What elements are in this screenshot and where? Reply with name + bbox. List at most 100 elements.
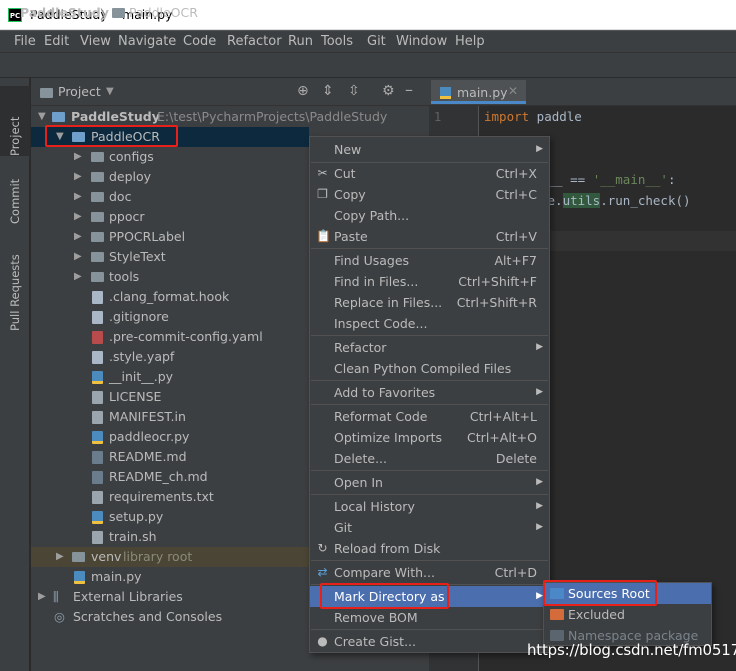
tree-scratches[interactable]: ◎ Scratches and Consoles: [31, 607, 309, 627]
tree-external-libraries[interactable]: ▶ ⫼ External Libraries: [31, 587, 309, 607]
menu-item-clean-compiled[interactable]: Clean Python Compiled Files: [310, 358, 549, 379]
menu-navigate[interactable]: Navigate: [118, 34, 176, 49]
tree-file[interactable]: .style.yapf: [31, 347, 309, 367]
tree-root[interactable]: ▼ PaddleStudy E:\test\PycharmProjects\Pa…: [31, 107, 429, 127]
context-menu: New ▶ ✂ Cut Ctrl+X ❐ Copy Ctrl+C Copy Path...…: [309, 136, 550, 653]
tool-tab-commit[interactable]: Commit: [8, 164, 22, 224]
menu-item-shortcut: Ctrl+C: [495, 187, 537, 202]
menu-item-replace-in-files[interactable]: Replace in Files... Ctrl+Shift+R: [310, 292, 549, 313]
collapse-all-icon[interactable]: ⇳: [348, 83, 360, 99]
tree-file[interactable]: README.md: [31, 447, 309, 467]
menu-file[interactable]: File: [14, 34, 36, 49]
tree-file[interactable]: __init__.py: [31, 367, 309, 387]
menu-edit[interactable]: Edit: [44, 34, 69, 49]
tree-file[interactable]: LICENSE: [31, 387, 309, 407]
tree-folder[interactable]: ▶ StyleText: [31, 247, 309, 267]
menu-item-copy-path[interactable]: Copy Path...: [310, 205, 549, 226]
tree-folder[interactable]: ▶ ppocr: [31, 207, 309, 227]
menu-item-open-in[interactable]: Open In ▶: [310, 472, 549, 493]
tool-tab-pull-requests[interactable]: Pull Requests: [8, 241, 22, 331]
menu-item-local-history[interactable]: Local History ▶: [310, 496, 549, 517]
menu-item-delete[interactable]: Delete... Delete: [310, 448, 549, 469]
chevron-down-icon: ▼: [56, 131, 64, 142]
tree-label: LICENSE: [109, 389, 162, 404]
menu-item-find-usages[interactable]: Find Usages Alt+F7: [310, 250, 549, 271]
menu-item-create-gist[interactable]: ● Create Gist...: [310, 631, 549, 652]
copy-icon: ❐: [317, 187, 328, 201]
menu-item-label: Mark Directory as: [334, 589, 445, 604]
project-view-selector[interactable]: Project: [58, 84, 101, 99]
menu-run[interactable]: Run: [288, 34, 313, 49]
menu-code[interactable]: Code: [183, 34, 216, 49]
menu-item-paste[interactable]: 📋 Paste Ctrl+V: [310, 226, 549, 247]
menu-item-compare-with[interactable]: ⇄ Compare With... Ctrl+D: [310, 562, 549, 583]
breadcrumb-folder[interactable]: PaddleOCR: [129, 5, 198, 20]
menu-item-optimize-imports[interactable]: Optimize Imports Ctrl+Alt+O: [310, 427, 549, 448]
chevron-down-icon[interactable]: ▼: [106, 86, 114, 97]
expand-all-icon[interactable]: ⇕: [322, 83, 334, 99]
tree-folder-venv[interactable]: ▶ venv library root: [31, 547, 309, 567]
locate-icon[interactable]: ⊕: [297, 83, 309, 99]
menu-item-shortcut: Alt+F7: [494, 253, 537, 268]
menu-item-copy[interactable]: ❐ Copy Ctrl+C: [310, 184, 549, 205]
chevron-right-icon: ▶: [74, 231, 82, 242]
tree-file[interactable]: README_ch.md: [31, 467, 309, 487]
menu-item-reformat-code[interactable]: Reformat Code Ctrl+Alt+L: [310, 406, 549, 427]
menu-view[interactable]: View: [80, 34, 111, 49]
tree-label: PPOCRLabel: [109, 229, 186, 244]
tree-file[interactable]: requirements.txt: [31, 487, 309, 507]
submenu-arrow-icon: ▶: [536, 144, 543, 154]
menu-help[interactable]: Help: [455, 34, 485, 49]
submenu-item-sources-root[interactable]: Sources Root: [544, 583, 711, 604]
menu-git[interactable]: Git: [367, 34, 386, 49]
menu-item-reload-from-disk[interactable]: ↻ Reload from Disk: [310, 538, 549, 559]
tree-file[interactable]: paddleocr.py: [31, 427, 309, 447]
menu-window[interactable]: Window: [396, 34, 447, 49]
menu-tools[interactable]: Tools: [321, 34, 353, 49]
tool-tab-project[interactable]: Project: [0, 86, 30, 156]
tree-file[interactable]: train.sh: [31, 527, 309, 547]
folder-icon: [91, 272, 104, 282]
folder-icon: [40, 88, 53, 98]
folder-icon: [91, 192, 104, 202]
menu-item-refactor[interactable]: Refactor ▶: [310, 337, 549, 358]
tree-file[interactable]: .clang_format.hook: [31, 287, 309, 307]
menu-item-git[interactable]: Git ▶: [310, 517, 549, 538]
close-icon[interactable]: ✕: [508, 84, 518, 98]
tree-folder[interactable]: ▶ tools: [31, 267, 309, 287]
tree-file[interactable]: setup.py: [31, 507, 309, 527]
menu-item-remove-bom[interactable]: Remove BOM: [310, 607, 549, 628]
menu-item-label: Replace in Files...: [334, 295, 443, 310]
tree-folder-selected[interactable]: ▼ PaddleOCR: [31, 127, 309, 147]
tree-folder[interactable]: ▶ PPOCRLabel: [31, 227, 309, 247]
menu-item-cut[interactable]: ✂ Cut Ctrl+X: [310, 163, 549, 184]
tree-label: MANIFEST.in: [109, 409, 186, 424]
submenu-item-excluded[interactable]: Excluded: [544, 604, 711, 625]
project-root-path: E:\test\PycharmProjects\PaddleStudy: [157, 109, 388, 124]
minimize-icon[interactable]: –: [405, 80, 413, 99]
menu-item-find-in-files[interactable]: Find in Files... Ctrl+Shift+F: [310, 271, 549, 292]
tree-label: StyleText: [109, 249, 166, 264]
chevron-right-icon: ▶: [38, 591, 46, 602]
code-string: '__main__': [592, 172, 668, 187]
gear-icon[interactable]: ⚙: [382, 83, 395, 99]
tree-folder[interactable]: ▶ configs: [31, 147, 309, 167]
tree-file[interactable]: main.py: [31, 567, 309, 587]
menu-item-inspect-code[interactable]: Inspect Code...: [310, 313, 549, 334]
tree-file[interactable]: .gitignore: [31, 307, 309, 327]
tree-folder[interactable]: ▶ deploy: [31, 167, 309, 187]
menu-refactor[interactable]: Refactor: [227, 34, 282, 49]
sources-root-folder-icon: [550, 588, 564, 599]
tree-file[interactable]: MANIFEST.in: [31, 407, 309, 427]
tree-file[interactable]: .pre-commit-config.yaml: [31, 327, 309, 347]
tree-folder[interactable]: ▶ doc: [31, 187, 309, 207]
menu-item-shortcut: Ctrl+Shift+F: [458, 274, 537, 289]
menu-item-mark-directory-as[interactable]: Mark Directory as ▶: [310, 586, 549, 607]
menu-item-label: Copy: [334, 187, 366, 202]
breadcrumb-project[interactable]: PaddleStudy: [20, 5, 109, 20]
submenu-arrow-icon: ▶: [536, 522, 543, 532]
menu-item-new[interactable]: New ▶: [310, 139, 549, 160]
markdown-file-icon: [92, 471, 103, 484]
menu-item-add-to-favorites[interactable]: Add to Favorites ▶: [310, 382, 549, 403]
python-file-icon: [74, 571, 85, 584]
